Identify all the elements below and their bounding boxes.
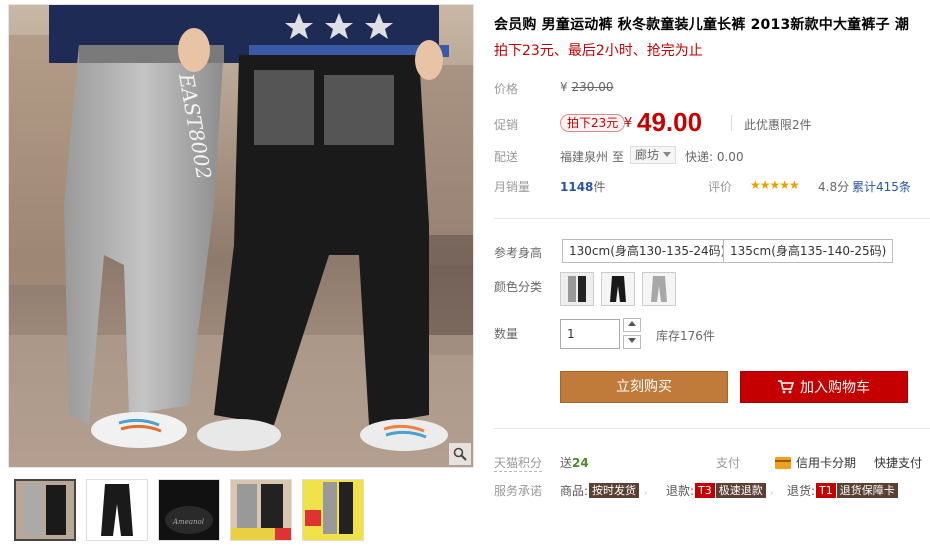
service-on-time-delivery[interactable]: 商品: 按时发货 [560,482,640,499]
add-to-cart-button[interactable]: 加入购物车 [740,371,908,403]
thumbnail-3[interactable]: Ameanol [158,479,220,541]
chevron-down-icon [663,152,672,157]
price-label: 价格 [494,82,519,96]
service-refund-prefix: 退款: [666,484,695,498]
monthly-sales-count: 1148 [560,180,594,194]
color-option-black[interactable] [601,272,635,306]
product-title: 会员购 男童运动裤 秋冬款童装儿童长裤 2013新款中大童裤子 潮 [494,17,910,33]
tmall-points: 送24 [560,454,589,471]
quantity-decrease-button[interactable] [623,335,641,349]
service-fast-refund[interactable]: 退款: T3 极速退款 [666,482,766,499]
thumbnail-strip: Ameanol [14,479,364,541]
promo-tag: 拍下23元 [560,114,626,132]
currency-symbol: ¥ [560,80,568,94]
rating-label: 评价 [708,180,733,194]
svg-text:Ameanol: Ameanol [172,518,204,526]
points-value: 24 [572,456,589,470]
points-prefix: 送 [560,456,573,470]
zoom-icon[interactable] [449,443,471,465]
return-code-badge: T1 [816,483,836,498]
original-price: ¥ 230.00 [560,80,613,94]
monthly-sales-unit: 件 [593,180,606,194]
quantity-increase-button[interactable] [623,318,641,332]
tmall-points-label[interactable]: 天猫积分 [494,454,543,472]
quick-pay[interactable]: 快捷支付 [874,454,922,471]
shipping-label: 配送 [494,150,519,164]
size-label: 参考身高 [494,246,543,260]
service-goods-prefix: 商品: [560,484,589,498]
add-to-cart-label: 加入购物车 [800,380,870,396]
divider [494,218,930,219]
buy-now-button[interactable]: 立刻购买 [560,371,728,403]
original-price-value: 230.00 [571,80,614,94]
card-icon [775,456,791,469]
promo-label: 促销 [494,118,519,132]
service-promise-label: 服务承诺 [494,484,543,498]
fast-refund-badge: 极速退款 [715,483,766,498]
service-return-prefix: 退货: [787,484,816,498]
separator: , [644,482,648,496]
credit-card-label: 信用卡分期 [796,456,857,470]
monthly-sales: 1148件 [560,178,605,195]
quantity-label: 数量 [494,327,519,341]
service-return-guarantee[interactable]: 退货: T1 退货保障卡 [787,482,898,499]
monthly-sales-label: 月销量 [494,180,531,194]
size-option-130[interactable]: 130cm(身高130-135-24码) [562,239,733,263]
color-option-gray[interactable] [642,272,676,306]
stock-count: 库存176件 [656,329,715,343]
ship-from: 福建泉州 [560,150,609,164]
return-guarantee-badge: 退货保障卡 [836,483,898,498]
product-subtitle: 拍下23元、最后2小时、抢完为止 [494,43,703,59]
main-product-image[interactable]: EAST8002 [8,4,474,468]
destination-select[interactable]: 廊坊 [630,146,677,164]
rating-stars-icon: ★★★★★ [750,178,800,192]
size-option-135[interactable]: 135cm(身高135-140-25码) [723,239,894,263]
ship-to-label: 至 [612,150,625,164]
divider [494,428,930,429]
promo-price: 49.00 [637,107,703,137]
divider [731,115,732,131]
promo-currency-symbol: ¥ [624,116,633,131]
payment-label: 支付 [716,456,741,470]
color-option-gray-black[interactable] [560,272,594,306]
thumbnail-5[interactable] [302,479,364,541]
rating-score: 4.8分 [818,180,850,194]
down-arrow-icon [628,338,636,343]
up-arrow-icon [628,321,636,326]
destination-value: 廊坊 [635,148,660,162]
thumbnail-1[interactable] [14,479,76,541]
review-count-link[interactable]: 累计415条 [852,178,911,195]
credit-card-installment[interactable]: 信用卡分期 [775,454,856,471]
shipping-fee: 快递: 0.00 [685,150,744,164]
quantity-input[interactable] [560,319,620,349]
promo-limit: 此优惠限2件 [744,118,812,132]
thumbnail-4[interactable] [230,479,292,541]
separator: , [770,482,774,496]
color-label: 颜色分类 [494,280,543,294]
thumbnail-2[interactable] [86,479,148,541]
product-photo: EAST8002 [9,5,473,467]
cart-icon [778,380,794,394]
on-time-delivery-badge: 按时发货 [589,483,640,498]
refund-code-badge: T3 [695,483,715,498]
